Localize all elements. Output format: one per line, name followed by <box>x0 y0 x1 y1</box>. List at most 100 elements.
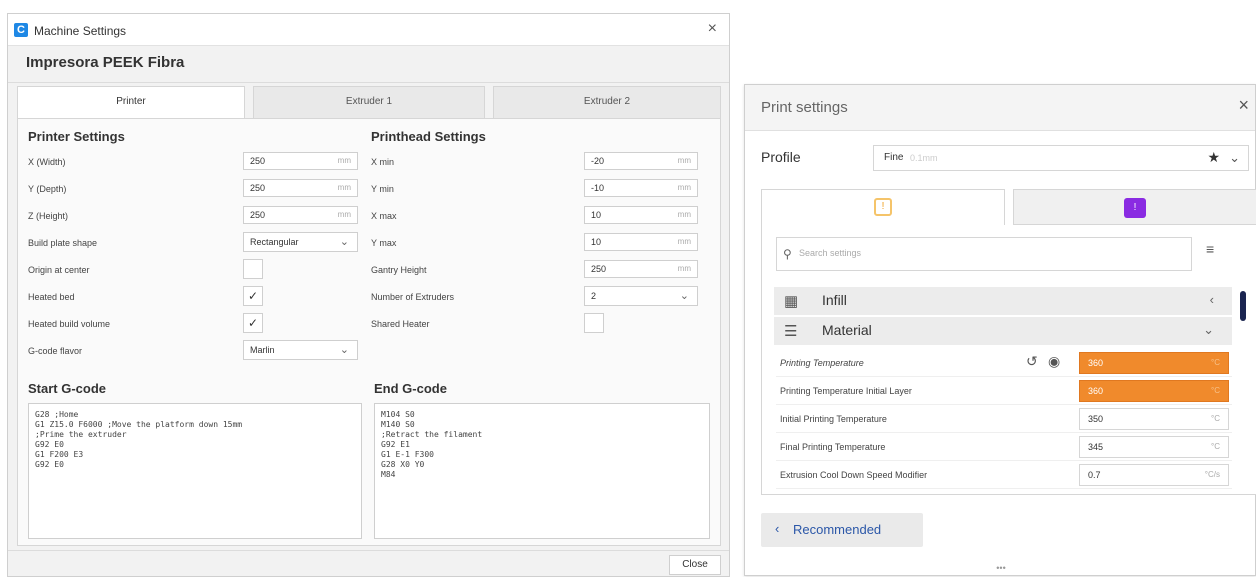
heated-build-volume-label: Heated build volume <box>28 319 111 329</box>
resize-handle[interactable]: ••• <box>981 563 1021 573</box>
build-plate-shape-select[interactable]: Rectangular ⌄ <box>243 232 358 252</box>
setting-unit: °C <box>1211 414 1220 423</box>
recommended-mode-icon: ! <box>874 198 892 216</box>
x-min-value: -20 <box>591 156 605 166</box>
close-icon[interactable]: × <box>708 20 717 38</box>
print-settings-title: Print settings <box>761 99 848 116</box>
x-width-unit: mm <box>337 156 351 165</box>
chevron-down-icon: ⌄ <box>339 236 349 248</box>
tab-recommended[interactable]: ! <box>761 189 1005 225</box>
number-of-extruders-label: Number of Extruders <box>371 292 455 302</box>
profile-select[interactable]: Fine 0.1mm ★ ⌄ <box>873 145 1249 171</box>
y-min-field[interactable]: -10 mm <box>584 179 698 197</box>
y-max-unit: mm <box>677 237 691 246</box>
recommended-button[interactable]: ‹ Recommended <box>761 513 923 547</box>
extruder-tabs: Printer Extruder 1 Extruder 2 <box>17 86 721 119</box>
setting-label: Printing Temperature <box>780 358 864 368</box>
chevron-left-icon: ‹ <box>775 521 780 536</box>
setting-row: Final Printing Temperature 345 °C <box>776 433 1232 461</box>
y-max-label: Y max <box>371 238 397 248</box>
start-gcode-heading: Start G-code <box>28 381 107 396</box>
dialog-title: Machine Settings <box>34 24 127 38</box>
y-min-label: Y min <box>371 184 394 194</box>
gcode-flavor-select[interactable]: Marlin ⌄ <box>243 340 358 360</box>
z-height-field[interactable]: 250 mm <box>243 206 358 224</box>
heated-bed-label: Heated bed <box>28 292 75 302</box>
reset-icon[interactable]: ↺ <box>1026 353 1038 370</box>
tab-custom[interactable]: ! <box>1013 189 1256 225</box>
close-icon[interactable]: × <box>1238 95 1249 116</box>
x-max-value: 10 <box>591 210 602 220</box>
dialog-titlebar: C Machine Settings × <box>8 14 729 46</box>
tab-extruder-2[interactable]: Extruder 2 <box>493 86 721 118</box>
category-material[interactable]: ☰ Material ⌄ <box>774 317 1232 345</box>
custom-settings-body: ⚲ ≡ ▦ Infill ‹ ☰ Material ⌄ Printing Tem… <box>761 225 1256 495</box>
printer-name: Impresora PEEK Fibra <box>26 54 185 71</box>
y-min-value: -10 <box>591 183 605 193</box>
setting-row: Printing Temperature ↺ ◉ 360 °C <box>776 349 1232 377</box>
x-width-field[interactable]: 250 mm <box>243 152 358 170</box>
star-icon[interactable]: ★ <box>1207 149 1220 166</box>
origin-at-center-checkbox[interactable] <box>243 259 263 279</box>
checkmark-icon: ✓ <box>247 289 259 303</box>
settings-scrollbar[interactable] <box>1240 291 1246 321</box>
profile-label: Profile <box>761 149 801 165</box>
setting-value-field[interactable]: 360 °C <box>1079 352 1229 374</box>
recommended-button-label: Recommended <box>793 522 882 537</box>
x-width-value: 250 <box>250 156 266 166</box>
start-gcode-editor[interactable]: G28 ;Home G1 Z15.0 F6000 ;Move the platf… <box>28 403 362 539</box>
menu-icon[interactable]: ≡ <box>1206 241 1214 257</box>
app-logo-icon: C <box>14 23 28 37</box>
print-settings-panel: Print settings × Profile Fine 0.1mm ★ ⌄ … <box>744 84 1256 576</box>
setting-unit: °C <box>1211 442 1220 451</box>
x-max-label: X max <box>371 211 397 221</box>
x-max-field[interactable]: 10 mm <box>584 206 698 224</box>
heated-bed-checkbox[interactable]: ✓ <box>243 286 263 306</box>
y-max-field[interactable]: 10 mm <box>584 233 698 251</box>
x-min-field[interactable]: -20 mm <box>584 152 698 170</box>
y-depth-label: Y (Depth) <box>28 184 67 194</box>
search-input[interactable] <box>799 248 1179 258</box>
shared-heater-label: Shared Heater <box>371 319 430 329</box>
chevron-down-icon: ⌄ <box>679 290 689 302</box>
printer-tab-panel: Printer Settings X (Width) 250 mm Y (Dep… <box>17 118 721 546</box>
setting-value: 0.7 <box>1088 470 1101 480</box>
infill-icon: ▦ <box>784 293 799 310</box>
checkmark-icon: ✓ <box>247 316 259 330</box>
setting-row: Printing Temperature Initial Layer 360 °… <box>776 377 1232 405</box>
heated-build-volume-checkbox[interactable]: ✓ <box>243 313 263 333</box>
shared-heater-checkbox[interactable] <box>584 313 604 333</box>
build-plate-shape-label: Build plate shape <box>28 238 98 248</box>
number-of-extruders-select[interactable]: 2 ⌄ <box>584 286 698 306</box>
setting-value-field[interactable]: 345 °C <box>1079 436 1229 458</box>
x-max-unit: mm <box>677 210 691 219</box>
setting-row: Extrusion Cool Down Speed Modifier 0.7 °… <box>776 461 1232 489</box>
setting-value-field[interactable]: 0.7 °C/s <box>1079 464 1229 486</box>
setting-value: 350 <box>1088 414 1104 424</box>
search-icon: ⚲ <box>783 247 792 261</box>
end-gcode-heading: End G-code <box>374 381 447 396</box>
setting-unit: °C <box>1211 358 1220 367</box>
x-width-label: X (Width) <box>28 157 66 167</box>
close-button[interactable]: Close <box>669 555 721 575</box>
inherit-icon[interactable]: ◉ <box>1048 353 1060 370</box>
setting-label: Extrusion Cool Down Speed Modifier <box>780 470 928 480</box>
profile-value: Fine <box>884 152 904 163</box>
footer-divider <box>8 550 729 551</box>
tab-printer[interactable]: Printer <box>17 86 245 119</box>
category-infill[interactable]: ▦ Infill ‹ <box>774 287 1232 315</box>
setting-label: Final Printing Temperature <box>780 442 886 452</box>
search-box[interactable]: ⚲ <box>776 237 1192 271</box>
setting-value-field[interactable]: 350 °C <box>1079 408 1229 430</box>
end-gcode-editor[interactable]: M104 S0 M140 S0 ;Retract the filament G9… <box>374 403 710 539</box>
setting-value-field[interactable]: 360 °C <box>1079 380 1229 402</box>
tab-extruder-1[interactable]: Extruder 1 <box>253 86 485 118</box>
setting-value: 345 <box>1088 442 1104 452</box>
gantry-height-field[interactable]: 250 mm <box>584 260 698 278</box>
setting-unit: °C <box>1211 386 1220 395</box>
category-material-label: Material <box>822 322 872 338</box>
chevron-down-icon: ⌄ <box>339 344 349 356</box>
y-depth-field[interactable]: 250 mm <box>243 179 358 197</box>
origin-at-center-label: Origin at center <box>28 265 90 275</box>
x-min-unit: mm <box>677 156 691 165</box>
